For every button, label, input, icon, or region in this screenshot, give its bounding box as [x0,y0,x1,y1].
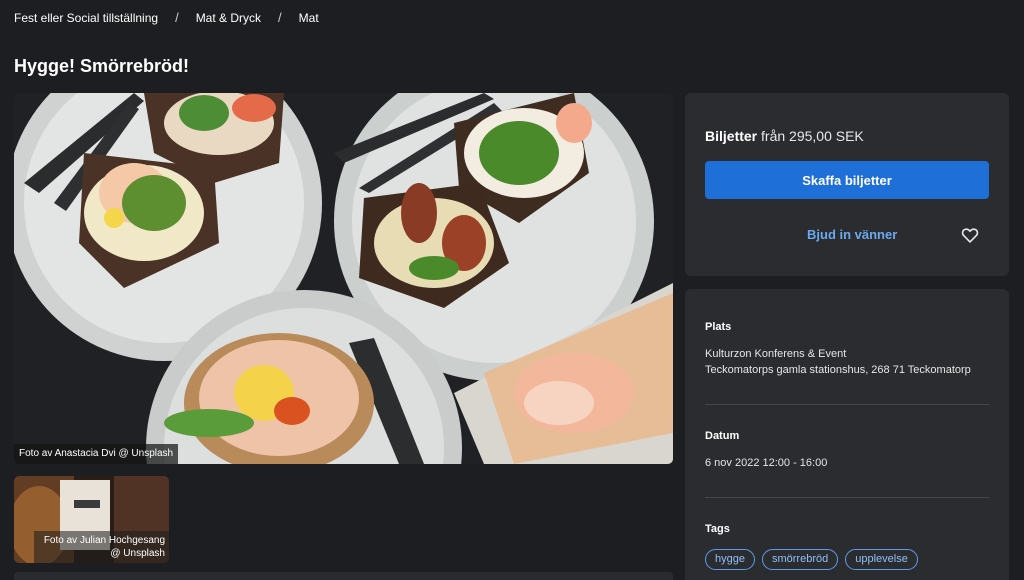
venue-name: Kulturzon Konferens & Event [705,348,847,360]
breadcrumb-separator: / [175,10,179,25]
tag-upplevelse[interactable]: upplevelse [845,549,918,570]
event-details-card: Plats Kulturzon Konferens & Event Teckom… [685,289,1009,580]
tag-list: hygge smörrebröd upplevelse [705,549,918,570]
tag-smorrebrod[interactable]: smörrebröd [761,549,839,570]
gallery-thumbnail[interactable]: Foto av Julian Hochgesang @ Unsplash [14,476,169,563]
ticket-price: Biljetter från 295,00 SEK [705,128,864,144]
tags-label: Tags [705,523,730,535]
tag-hygge[interactable]: hygge [705,549,755,570]
thumbnail-photo-credit[interactable]: Foto av Julian Hochgesang @ Unsplash [34,531,169,563]
breadcrumb-item-current[interactable]: Mat [299,11,319,25]
breadcrumb-item-category[interactable]: Fest eller Social tillställning [14,11,158,25]
date-label: Datum [705,430,740,442]
content-section-edge [14,572,673,580]
breadcrumb-item-subcategory[interactable]: Mat & Dryck [196,11,261,25]
divider [705,404,989,405]
venue-address: Teckomatorps gamla stationshus, 268 71 T… [705,364,971,376]
breadcrumb-separator: / [278,10,282,25]
breadcrumb: Fest eller Social tillställning / Mat & … [14,10,319,25]
event-main-image[interactable]: Foto av Anastacia Dvi @ Unsplash [14,93,673,464]
get-tickets-button[interactable]: Skaffa biljetter [705,161,989,199]
place-label: Plats [705,321,732,333]
event-date: 6 nov 2022 12:00 - 16:00 [705,457,828,469]
ticket-price-text: från 295,00 SEK [761,128,864,144]
ticket-label: Biljetter [705,128,758,144]
heart-icon[interactable] [961,227,979,243]
ticket-card: Biljetter från 295,00 SEK Skaffa biljett… [685,93,1009,276]
page-title: Hygge! Smörrebröd! [14,56,190,76]
divider [705,497,989,498]
photo-credit[interactable]: Foto av Anastacia Dvi @ Unsplash [14,444,179,464]
food-photo-illustration [14,93,673,464]
invite-friends-link[interactable]: Bjud in vänner [807,227,897,242]
